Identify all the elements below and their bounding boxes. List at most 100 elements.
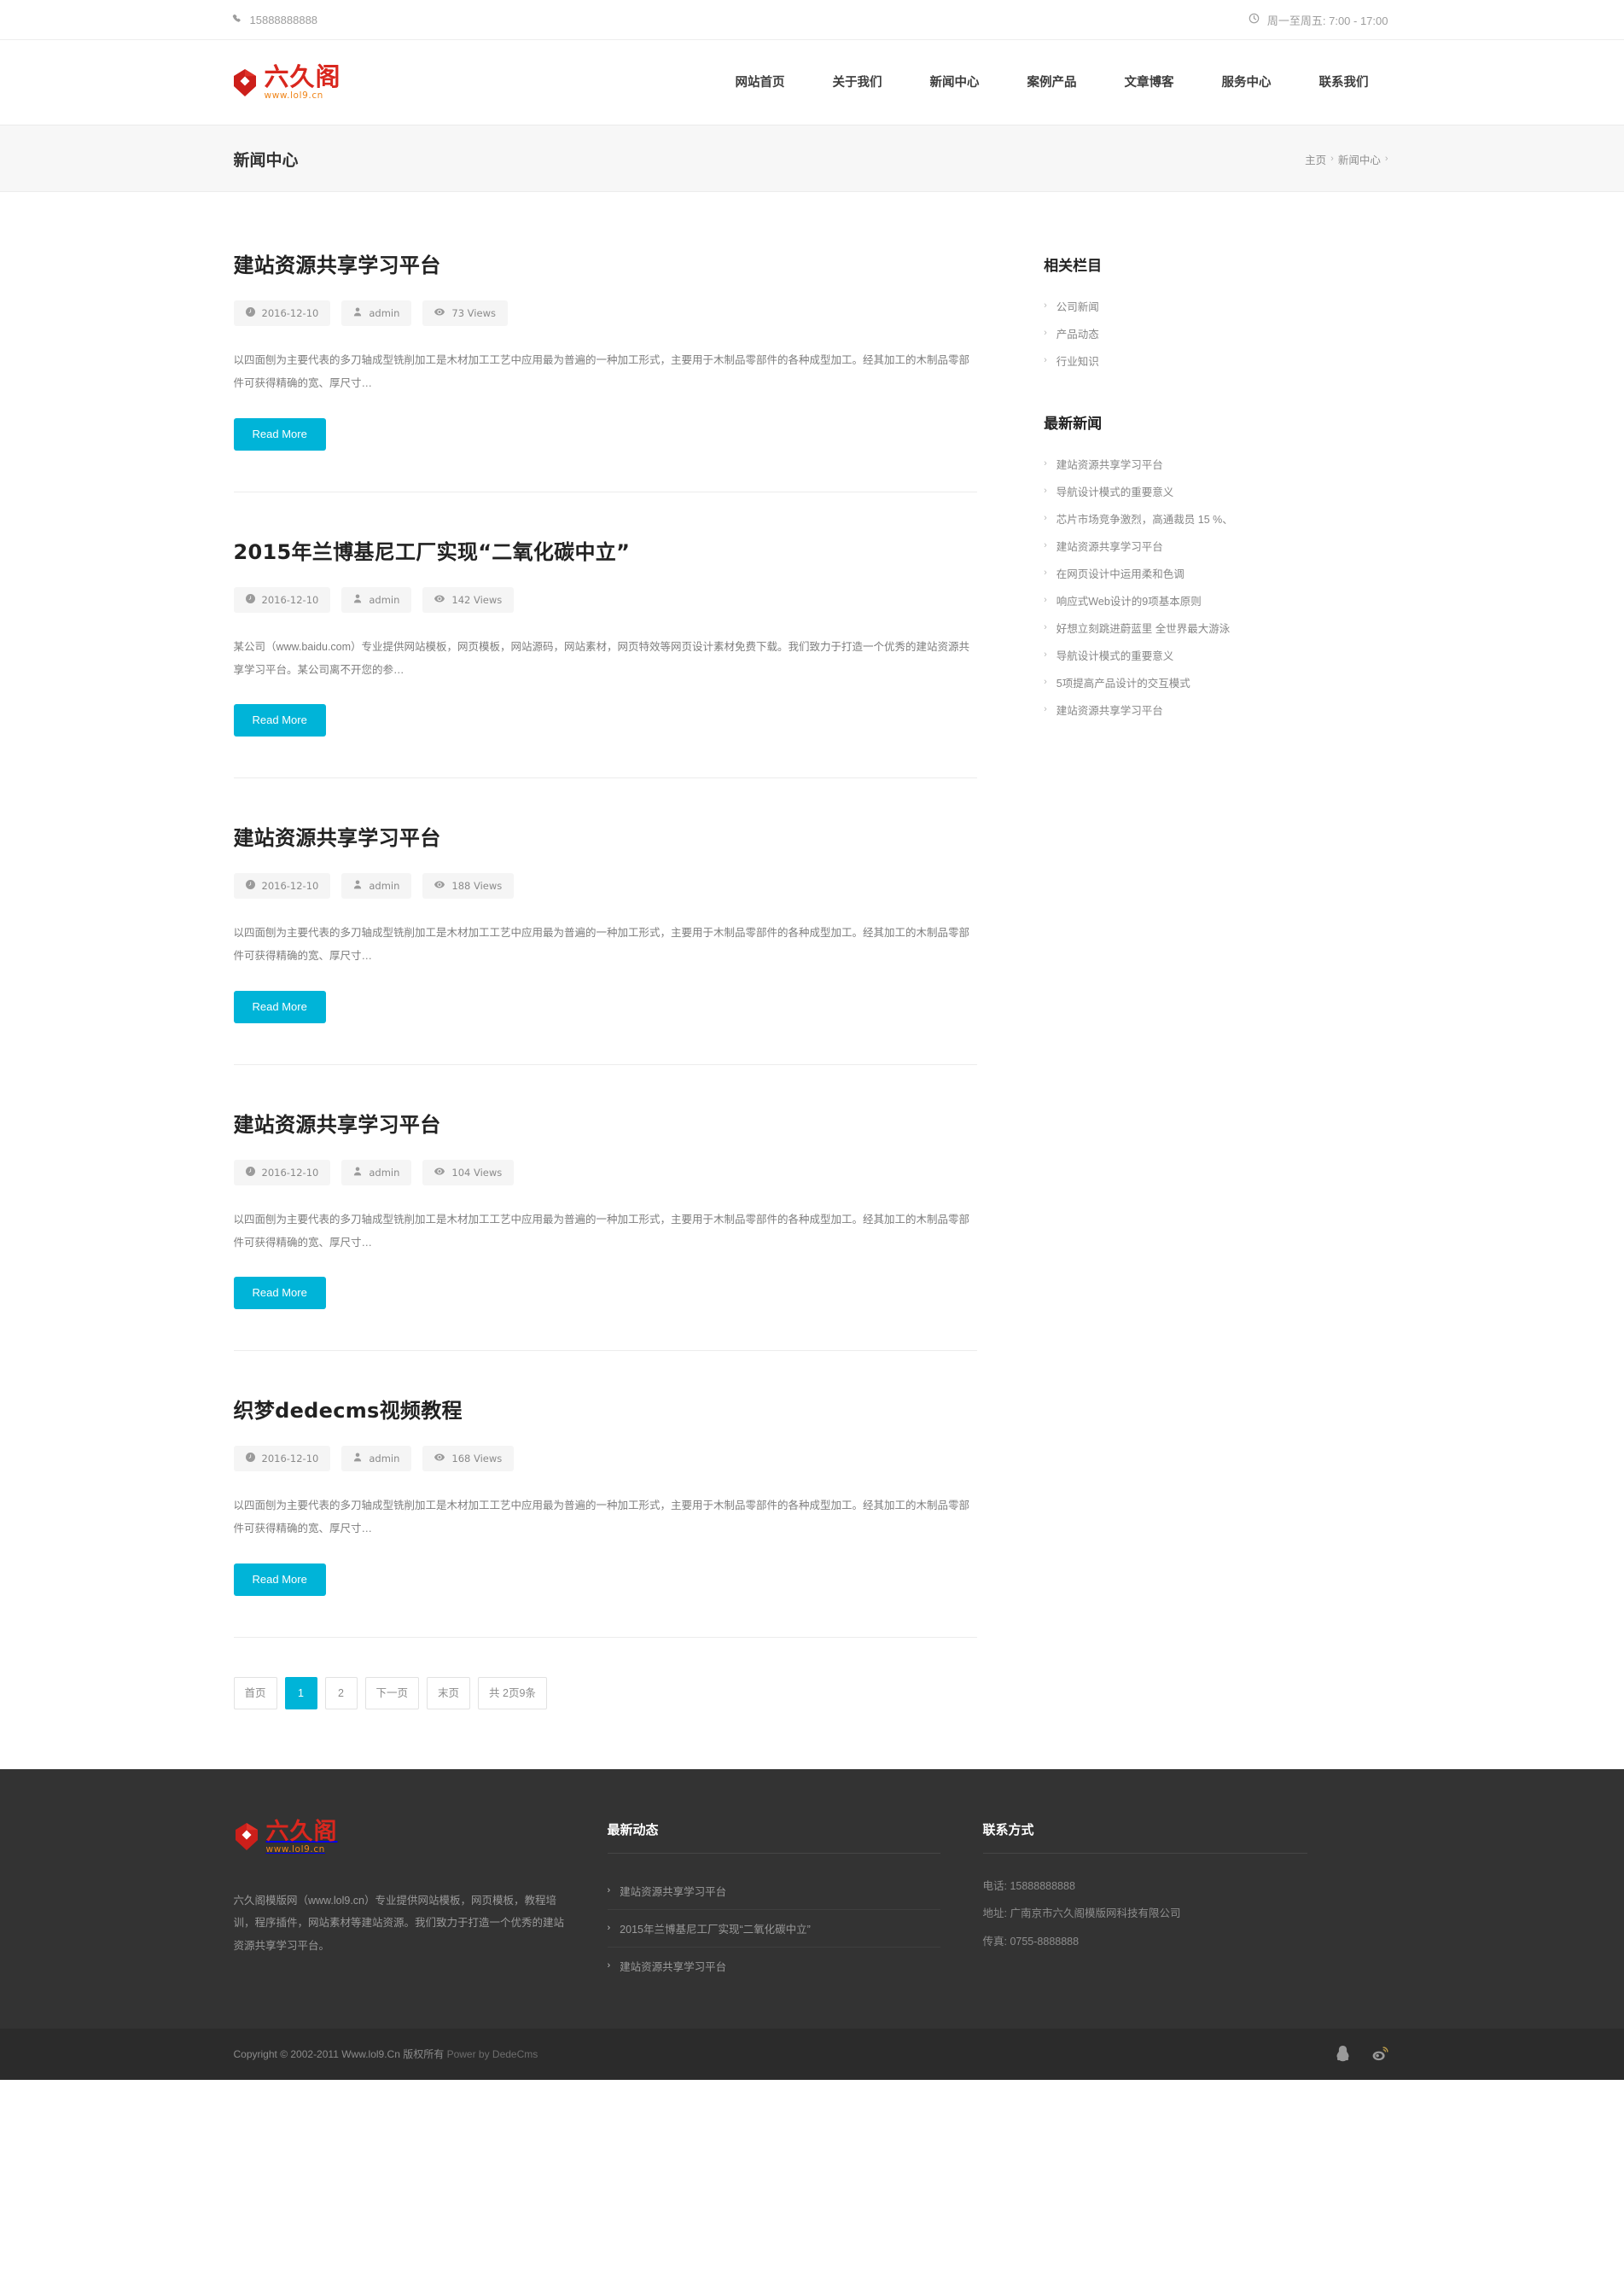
footer-news-link[interactable]: › 2015年兰博基尼工厂实现“二氧化碳中立” (608, 1910, 940, 1947)
footer-contact-column: 联系方式 电话: 15888888888 地址: 广南京市六久阁模版网科技有限公… (982, 1820, 1307, 1956)
list-item[interactable]: › 建站资源共享学习平台 (608, 1948, 940, 1984)
sidebar-news-label: 建站资源共享学习平台 (1056, 540, 1163, 553)
copyright-main: Copyright © 2002-2011 Www.lol9.Cn 版权所有 (233, 2048, 445, 2060)
chevron-right-icon: › (1044, 457, 1047, 469)
sidebar-news-link[interactable]: › 响应式Web设计的9项基本原则 (1044, 592, 1400, 609)
article-author-text: admin (369, 1166, 400, 1179)
read-more-button[interactable]: Read More (233, 990, 326, 1023)
article-date-text: 2016-12-10 (261, 1166, 319, 1179)
article-excerpt: 以四面刨为主要代表的多刀轴成型铣削加工是木材加工工艺中应用最为普遍的一种加工形式… (233, 354, 970, 390)
sidebar-news-link[interactable]: › 导航设计模式的重要意义 (1044, 647, 1400, 663)
article-excerpt: 以四面刨为主要代表的多刀轴成型铣削加工是木材加工工艺中应用最为普遍的一种加工形式… (233, 927, 970, 963)
page-title: 新闻中心 (233, 150, 299, 170)
sidebar-news-link[interactable]: › 芯片市场竞争激烈，高通裁员 15 %、 (1044, 510, 1400, 527)
eye-icon (434, 307, 445, 319)
list-item[interactable]: › 芯片市场竞争激烈，高通裁员 15 %、 (1044, 504, 1400, 532)
topbar-phone-text: 15888888888 (249, 13, 318, 26)
article-excerpt: 某公司（www.baidu.com）专业提供网站模板，网页模板，网站源码，网站素… (233, 640, 970, 676)
social-links[interactable] (1336, 2046, 1388, 2062)
nav-item-1[interactable]: 关于我们 (809, 40, 906, 125)
footer-logo[interactable]: 六久阁 www.lol9.cn (234, 1820, 567, 1855)
read-more-button[interactable]: Read More (233, 1277, 326, 1309)
list-item[interactable]: › 建站资源共享学习平台 (1044, 696, 1400, 723)
sidebar-categories: 相关栏目 › 公司新闻 › 产品动态 › 行业知识 (1044, 253, 1400, 374)
sidebar-category-link[interactable]: › 产品动态 (1044, 325, 1400, 341)
list-item[interactable]: › 导航设计模式的重要意义 (1044, 641, 1400, 668)
sidebar-category-link[interactable]: › 公司新闻 (1044, 298, 1400, 314)
site-logo[interactable]: 六久阁 www.lol9.cn (232, 65, 341, 101)
logo-diamond-icon (232, 68, 258, 97)
sidebar-category-link[interactable]: › 行业知识 (1044, 352, 1400, 369)
list-item[interactable]: › 建站资源共享学习平台 (607, 1872, 940, 1910)
chevron-right-icon: › (1044, 567, 1047, 578)
article-date-text: 2016-12-10 (261, 880, 319, 892)
article-item: 建站资源共享学习平台 2016-12-10 admin 104 Views 以四… (233, 1065, 978, 1351)
list-item[interactable]: › 好想立刻跳进蔚蓝里 全世界最大游泳 (1044, 614, 1400, 641)
sidebar-news-link[interactable]: › 建站资源共享学习平台 (1044, 702, 1400, 718)
footer-news-link[interactable]: › 建站资源共享学习平台 (608, 1872, 940, 1909)
pagination-first[interactable]: 首页 (233, 1676, 277, 1709)
list-item[interactable]: › 公司新闻 (1044, 292, 1400, 319)
nav-item-3[interactable]: 案例产品 (1004, 40, 1101, 125)
weibo-icon[interactable] (1372, 2047, 1388, 2061)
article-title[interactable]: 建站资源共享学习平台 (234, 1108, 978, 1138)
read-more-button[interactable]: Read More (233, 417, 326, 451)
sidebar-news-label: 导航设计模式的重要意义 (1056, 486, 1174, 498)
article-author: admin (341, 586, 412, 613)
sidebar-news-link[interactable]: › 建站资源共享学习平台 (1044, 538, 1400, 554)
list-item[interactable]: › 行业知识 (1044, 346, 1400, 374)
nav-item-2[interactable]: 新闻中心 (906, 40, 1004, 125)
read-more-button[interactable]: Read More (233, 1563, 326, 1596)
list-item[interactable]: › 产品动态 (1044, 319, 1400, 346)
article-date-text: 2016-12-10 (261, 1453, 319, 1465)
article-title[interactable]: 建站资源共享学习平台 (234, 821, 978, 851)
list-item[interactable]: › 响应式Web设计的9项基本原则 (1044, 586, 1400, 614)
sidebar-news-link[interactable]: › 建站资源共享学习平台 (1044, 456, 1400, 472)
qq-icon[interactable] (1336, 2046, 1350, 2062)
sidebar-news-link[interactable]: › 好想立刻跳进蔚蓝里 全世界最大游泳 (1044, 620, 1400, 636)
eye-icon (434, 594, 445, 606)
list-item[interactable]: › 2015年兰博基尼工厂实现“二氧化碳中立” (607, 1910, 940, 1948)
chevron-right-icon: › (1044, 327, 1047, 338)
main-region: 建站资源共享学习平台 2016-12-10 admin 73 Views 以四面… (0, 192, 1624, 1769)
list-item[interactable]: › 导航设计模式的重要意义 (1044, 477, 1400, 504)
sidebar-news-link[interactable]: › 5项提高产品设计的交互模式 (1044, 674, 1400, 690)
pagination-page-1[interactable]: 1 (284, 1676, 317, 1709)
sidebar-category-label: 行业知识 (1056, 355, 1099, 368)
breadcrumb-current[interactable]: 新闻中心 (1338, 151, 1381, 167)
pagination-last[interactable]: 末页 (427, 1676, 471, 1709)
pagination[interactable]: 首页 1 2 下一页 末页 共 2页9条 (233, 1638, 978, 1709)
chevron-right-icon: › (1044, 649, 1047, 660)
article-author-text: admin (369, 1453, 400, 1465)
article-views-text: 73 Views (451, 307, 496, 319)
article-list: 建站资源共享学习平台 2016-12-10 admin 73 Views 以四面… (233, 248, 978, 1709)
main-navigation[interactable]: 网站首页 关于我们 新闻中心 案例产品 文章博客 服务中心 联系我们 (712, 40, 1393, 125)
topbar-phone: 15888888888 (232, 13, 318, 26)
sidebar-news-label: 好想立刻跳进蔚蓝里 全世界最大游泳 (1056, 622, 1231, 635)
article-title[interactable]: 2015年兰博基尼工厂实现“二氧化碳中立” (234, 535, 978, 565)
article-meta: 2016-12-10 admin 104 Views (233, 1159, 978, 1185)
read-more-button[interactable]: Read More (233, 704, 326, 737)
breadcrumb: 主页 › 新闻中心 › (1305, 151, 1388, 167)
article-title[interactable]: 建站资源共享学习平台 (234, 248, 978, 278)
user-icon (353, 880, 362, 892)
nav-item-6[interactable]: 联系我们 (1295, 40, 1393, 125)
footer-news-link[interactable]: › 建站资源共享学习平台 (608, 1948, 940, 1984)
article-item: 建站资源共享学习平台 2016-12-10 admin 73 Views 以四面… (233, 248, 978, 492)
article-title[interactable]: 织梦dedecms视频教程 (234, 1394, 978, 1424)
footer-news-label: 建站资源共享学习平台 (620, 1885, 727, 1898)
nav-item-5[interactable]: 服务中心 (1198, 40, 1295, 125)
list-item[interactable]: › 建站资源共享学习平台 (1044, 532, 1400, 559)
pagination-next[interactable]: 下一页 (364, 1676, 420, 1709)
sidebar-news-link[interactable]: › 导航设计模式的重要意义 (1044, 483, 1400, 499)
user-icon (353, 1453, 362, 1465)
nav-item-4[interactable]: 文章博客 (1101, 40, 1198, 125)
sidebar-news-link[interactable]: › 在网页设计中运用柔和色调 (1044, 565, 1400, 581)
sidebar-category-label: 产品动态 (1056, 328, 1099, 341)
pagination-page-2[interactable]: 2 (324, 1676, 358, 1709)
list-item[interactable]: › 建站资源共享学习平台 (1044, 450, 1400, 477)
breadcrumb-home[interactable]: 主页 (1305, 151, 1326, 167)
nav-item-0[interactable]: 网站首页 (712, 40, 809, 125)
list-item[interactable]: › 5项提高产品设计的交互模式 (1044, 668, 1400, 696)
list-item[interactable]: › 在网页设计中运用柔和色调 (1044, 559, 1400, 586)
